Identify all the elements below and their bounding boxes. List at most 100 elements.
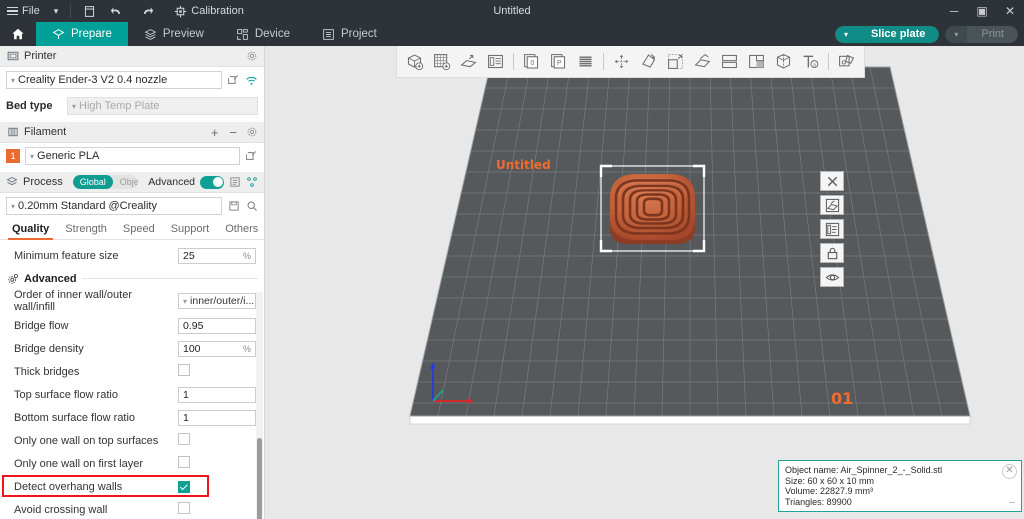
bed-type-label: Bed type xyxy=(6,100,62,112)
object-info-minimize-button[interactable]: − xyxy=(1009,498,1015,509)
add-plate-icon[interactable] xyxy=(429,49,454,75)
object-volume-line: Volume: 22827.9 mm³ xyxy=(785,486,1015,497)
slice-plate-button[interactable]: Slice plate xyxy=(857,26,939,43)
setting-label: Bottom surface flow ratio xyxy=(14,412,178,424)
tab-device[interactable]: Device xyxy=(220,22,306,46)
add-cube-icon[interactable] xyxy=(402,49,427,75)
cut-icon[interactable] xyxy=(717,49,742,75)
rotate-icon[interactable] xyxy=(636,49,661,75)
print-group[interactable]: ▾ Print xyxy=(945,26,1018,43)
filament-section-header: Filament + − xyxy=(0,122,264,143)
subtab-speed[interactable]: Speed xyxy=(115,219,163,239)
support-painting-icon[interactable] xyxy=(744,49,769,75)
file-menu-button[interactable]: File xyxy=(0,0,47,22)
search-preset-icon[interactable] xyxy=(245,200,258,213)
delete-icon[interactable] xyxy=(820,171,844,191)
only-one-wall-top-checkbox[interactable] xyxy=(178,433,190,445)
calibration-button[interactable]: Calibration xyxy=(167,0,251,22)
remove-filament-button[interactable]: − xyxy=(226,126,240,139)
filament-p-icon[interactable]: P xyxy=(546,49,571,75)
calibration-label: Calibration xyxy=(191,5,244,17)
filament-row: 1 ▾ Generic PLA xyxy=(0,143,264,169)
edit-printer-icon[interactable] xyxy=(227,74,240,87)
seam-painting-icon[interactable] xyxy=(771,49,796,75)
filament-0-icon[interactable]: 0 xyxy=(519,49,544,75)
setting-value: 1 xyxy=(183,389,189,401)
process-scope-toggle[interactable]: Global Objects xyxy=(73,175,139,189)
3d-viewport[interactable]: Untitled 01 xyxy=(265,46,1024,519)
bed-type-select[interactable]: ▾ High Temp Plate xyxy=(67,97,258,115)
setting-row-top-surface-flow-ratio: Top surface flow ratio 1 xyxy=(0,383,264,406)
menu-dropdown-button[interactable]: ▾ xyxy=(47,0,66,22)
printer-model-row: ▾ Creality Ender-3 V2 0.4 nozzle xyxy=(0,67,264,93)
detect-overhang-walls-checkbox[interactable] xyxy=(178,481,190,493)
bottom-surface-flow-ratio-input[interactable]: 1 xyxy=(178,410,256,426)
scope-objects-option[interactable]: Objects xyxy=(113,175,139,189)
layers-icon[interactable] xyxy=(573,49,598,75)
import-object-icon[interactable] xyxy=(456,49,481,75)
subtab-support[interactable]: Support xyxy=(163,219,218,239)
auto-arrange-icon[interactable] xyxy=(483,49,508,75)
text-emboss-icon[interactable]: a xyxy=(798,49,823,75)
minimize-button[interactable]: ─ xyxy=(940,0,968,22)
only-one-wall-first-layer-checkbox[interactable] xyxy=(178,456,190,468)
printer-settings-gear-icon[interactable] xyxy=(245,50,258,63)
model-air-spinner[interactable] xyxy=(610,174,695,244)
lay-flat-icon[interactable] xyxy=(690,49,715,75)
top-surface-flow-ratio-input[interactable]: 1 xyxy=(178,387,256,403)
print-button[interactable]: Print xyxy=(967,26,1018,43)
advanced-toggle[interactable] xyxy=(200,176,224,189)
slice-plate-group[interactable]: ▾ Slice plate xyxy=(835,26,939,43)
object-name-line: Object name: Air_Spinner_2_-_Solid.stl xyxy=(785,465,1015,476)
preset-list-icon[interactable] xyxy=(229,176,241,189)
avoid-crossing-wall-checkbox[interactable] xyxy=(178,502,190,514)
new-project-button[interactable] xyxy=(76,0,103,22)
scope-global-option[interactable]: Global xyxy=(73,175,113,189)
undo-button[interactable] xyxy=(103,0,132,22)
detail-icon[interactable] xyxy=(820,219,844,239)
wifi-icon[interactable] xyxy=(245,74,258,87)
printer-model-select[interactable]: ▾ Creality Ender-3 V2 0.4 nozzle xyxy=(6,71,222,89)
order-of-walls-select[interactable]: ▾ inner/outer/i... xyxy=(178,293,256,309)
scale-icon[interactable] xyxy=(663,49,688,75)
tab-project[interactable]: Project xyxy=(306,22,393,46)
move-icon[interactable] xyxy=(609,49,634,75)
chevron-down-icon: ▾ xyxy=(54,6,59,17)
home-button[interactable] xyxy=(0,22,36,46)
close-button[interactable]: ✕ xyxy=(996,0,1024,22)
save-preset-icon[interactable] xyxy=(227,200,240,213)
bridge-flow-input[interactable]: 0.95 xyxy=(178,318,256,334)
filament-select[interactable]: ▾ Generic PLA xyxy=(25,147,240,165)
visibility-icon[interactable] xyxy=(820,267,844,287)
file-menu-label: File xyxy=(22,5,40,17)
print-dropdown-arrow[interactable]: ▾ xyxy=(945,26,967,43)
3d-scene[interactable] xyxy=(265,46,1024,519)
subtab-others[interactable]: Others xyxy=(217,219,266,239)
subtab-strength[interactable]: Strength xyxy=(57,219,115,239)
setting-row-only-one-wall-top: Only one wall on top surfaces xyxy=(0,429,264,452)
filament-index-badge[interactable]: 1 xyxy=(6,149,20,163)
tab-prepare[interactable]: Prepare xyxy=(36,22,128,46)
slice-dropdown-arrow[interactable]: ▾ xyxy=(835,26,857,43)
edit-filament-icon[interactable] xyxy=(245,150,258,163)
chevron-down-icon: ▾ xyxy=(30,152,34,161)
object-info-close-button[interactable]: ✕ xyxy=(1002,464,1017,479)
thick-bridges-checkbox[interactable] xyxy=(178,364,190,376)
compare-preset-icon[interactable] xyxy=(246,176,258,189)
process-preset-select[interactable]: ▾ 0.20mm Standard @Creality xyxy=(6,197,222,215)
window-titlebar: Untitled File ▾ xyxy=(0,0,1024,22)
minimum-feature-size-input[interactable]: 25 % xyxy=(178,248,256,264)
filament-settings-gear-icon[interactable] xyxy=(245,126,258,139)
redo-button[interactable] xyxy=(132,0,161,22)
tab-preview[interactable]: Preview xyxy=(128,22,220,46)
arrange-icon[interactable] xyxy=(820,195,844,215)
add-filament-button[interactable]: + xyxy=(208,126,222,139)
setting-label: Avoid crossing wall xyxy=(14,504,178,516)
lock-icon[interactable] xyxy=(820,243,844,263)
assembly-icon[interactable] xyxy=(834,49,859,75)
subtab-quality[interactable]: Quality xyxy=(4,219,57,239)
object-size-line: Size: 60 x 60 x 10 mm xyxy=(785,476,1015,487)
bridge-density-input[interactable]: 100 % xyxy=(178,341,256,357)
maximize-button[interactable]: ▣ xyxy=(968,0,996,22)
left-panel-scrollbar-thumb[interactable] xyxy=(257,438,262,519)
